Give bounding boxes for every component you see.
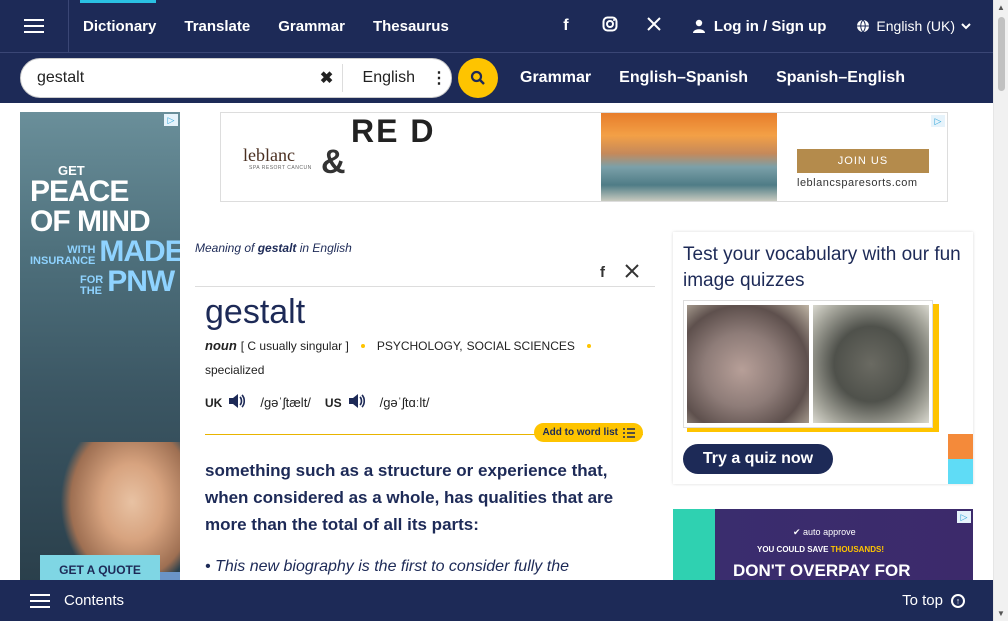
user-icon (692, 19, 705, 33)
try-quiz-button[interactable]: Try a quiz now (683, 444, 833, 474)
instagram-icon[interactable] (588, 16, 632, 37)
search-box: ✖ English ⋮ (20, 58, 452, 98)
add-to-word-list-label: Add to word list (542, 427, 618, 438)
contents-button[interactable]: Contents (64, 592, 124, 609)
language-label: English (UK) (876, 18, 955, 34)
search-row: ✖ English ⋮ Grammar English–Spanish Span… (0, 52, 993, 103)
ad-brand-sub: SPA RESORT CANCUN (249, 165, 312, 171)
facebook-icon[interactable]: f (544, 17, 588, 35)
uk-label: UK (205, 395, 223, 410)
ad-url: leblancsparesorts.com (797, 177, 918, 189)
nav-dictionary[interactable]: Dictionary (69, 0, 170, 52)
wordlist-divider: Add to word list (205, 423, 643, 442)
ad-join-button[interactable]: JOIN US (797, 149, 929, 173)
dictionary-entry: Meaning of gestalt in English f gestalt … (195, 230, 655, 576)
to-top-button[interactable]: To top ↑ (902, 592, 965, 609)
ad-headline: GET PEACE OF MIND WITH INSURANCE MADE FO… (30, 163, 180, 298)
scrollbar[interactable]: ▲ ▼ (993, 0, 1008, 621)
definition: something such as a structure or experie… (205, 461, 614, 534)
ad-subheadline: YOU COULD SAVE THOUSANDS! (757, 545, 884, 554)
ad-cta-button[interactable]: GET A QUOTE (40, 555, 160, 582)
clear-icon[interactable]: ✖ (312, 68, 342, 88)
x-twitter-icon[interactable] (632, 16, 676, 37)
quiz-title[interactable]: Test your vocabulary with our fun image … (683, 242, 963, 294)
part-of-speech-line: noun [ C usually singular ] PSYCHOLOGY, … (205, 338, 655, 353)
ad-photo (601, 113, 777, 201)
decorative-block (948, 459, 973, 484)
scroll-down-icon[interactable]: ▼ (997, 609, 1005, 618)
right-advertisement[interactable]: ▷ ✔ auto approve YOU COULD SAVE THOUSAND… (673, 509, 973, 584)
us-pronunciation: /ɡəˈʃtɑːlt/ (379, 395, 430, 410)
part-of-speech[interactable]: noun (205, 338, 237, 353)
menu-icon[interactable] (0, 0, 69, 52)
login-link[interactable]: Log in / Sign up (692, 18, 826, 35)
left-advertisement[interactable]: ▷ GET PEACE OF MIND WITH INSURANCE MADE … (20, 112, 180, 582)
headword: gestalt (205, 293, 306, 331)
decorative-block (948, 434, 973, 459)
subnav-grammar[interactable]: Grammar (520, 69, 591, 87)
facebook-share-icon[interactable]: f (600, 264, 605, 281)
meaning-of-label: Meaning of gestalt in English (195, 241, 352, 255)
adchoices-icon[interactable]: ▷ (957, 511, 971, 523)
speaker-icon[interactable] (348, 393, 366, 412)
ad-brand: ✔ auto approve (793, 527, 856, 537)
subnav-english-spanish[interactable]: English–Spanish (619, 69, 748, 87)
hippo-image[interactable] (687, 305, 809, 423)
search-icon (470, 70, 485, 85)
list-icon (623, 427, 635, 438)
search-input[interactable] (21, 69, 312, 87)
adchoices-icon[interactable]: ▷ (164, 114, 178, 126)
nav-grammar[interactable]: Grammar (264, 0, 359, 52)
arrow-up-icon: ↑ (951, 593, 965, 608)
grammar-code[interactable]: [ C usually singular ] (241, 339, 349, 353)
top-navigation: Dictionary Translate Grammar Thesaurus f… (0, 0, 993, 52)
scroll-up-icon[interactable]: ▲ (997, 3, 1005, 12)
share-row: f (195, 259, 655, 287)
seal-image[interactable] (813, 305, 929, 423)
ad-ampersand: & (321, 143, 346, 181)
more-options-icon[interactable]: ⋮ (427, 68, 451, 88)
domain-label: PSYCHOLOGY, (376, 338, 463, 353)
us-label: US (324, 395, 342, 410)
scroll-thumb[interactable] (998, 17, 1005, 91)
nav-thesaurus[interactable]: Thesaurus (359, 0, 463, 52)
to-top-label: To top (902, 592, 943, 609)
ad-headline: DON'T OVERPAY FOR (733, 561, 911, 580)
example-sentence: • This new biography is the first to con… (205, 558, 569, 575)
dictionary-select[interactable]: English (343, 69, 427, 87)
login-label: Log in / Sign up (713, 17, 827, 35)
bottom-bar: Contents To top ↑ (0, 580, 993, 621)
nav-right: f Log in / Sign up English (UK) (544, 0, 993, 52)
pronunciation-line: UK /ɡəˈʃtælt/ US /ɡəˈʃtɑːlt/ (205, 393, 655, 412)
language-selector[interactable]: English (UK) (856, 18, 971, 34)
main-nav: Dictionary Translate Grammar Thesaurus (69, 0, 463, 52)
sub-navigation: Grammar English–Spanish Spanish–English (520, 69, 933, 87)
domain-label: SOCIAL SCIENCES (466, 338, 575, 353)
top-banner-advertisement[interactable]: leblanc SPA RESORT CANCUN & RE D JOIN US… (220, 112, 948, 202)
x-share-icon[interactable] (625, 263, 639, 282)
search-button[interactable] (458, 58, 498, 98)
register-label[interactable]: specialized (205, 363, 655, 377)
ad-brand: leblanc (243, 145, 295, 165)
add-to-word-list-button[interactable]: Add to word list (534, 423, 643, 442)
quiz-promo: Test your vocabulary with our fun image … (673, 232, 973, 484)
contents-menu-icon[interactable] (30, 593, 50, 608)
chevron-down-icon (961, 23, 971, 30)
nav-translate[interactable]: Translate (170, 0, 264, 52)
speaker-icon[interactable] (228, 393, 246, 412)
uk-pronunciation: /ɡəˈʃtælt/ (260, 395, 311, 410)
adchoices-icon[interactable]: ▷ (931, 115, 945, 127)
globe-icon (857, 19, 870, 33)
subnav-spanish-english[interactable]: Spanish–English (776, 69, 905, 87)
ad-animated-text: RE D (351, 113, 436, 149)
